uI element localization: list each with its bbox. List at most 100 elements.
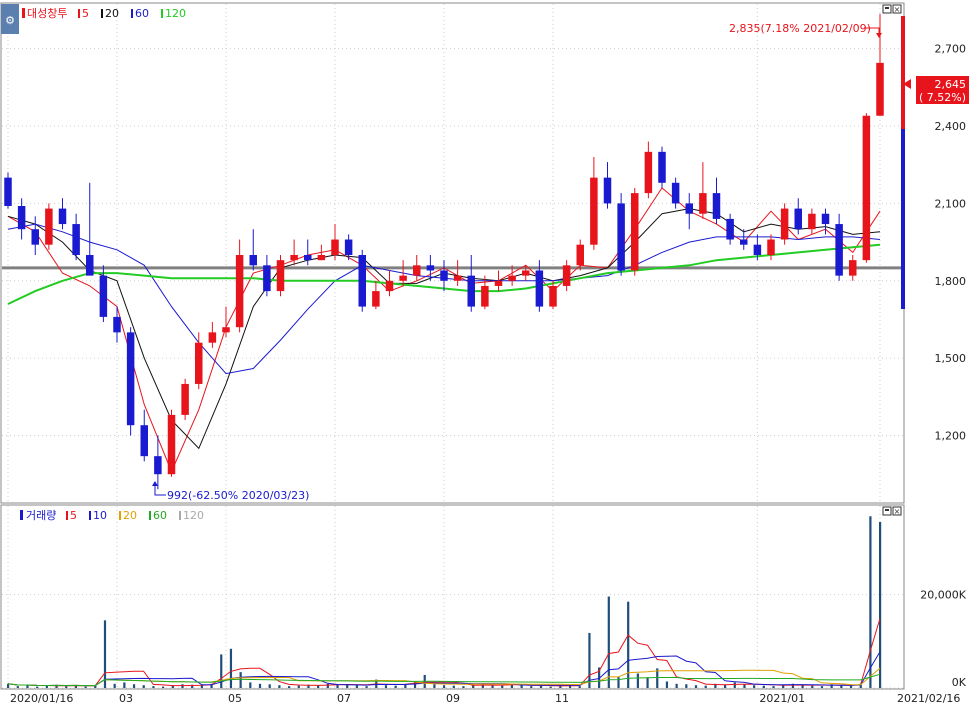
volume-bar: [617, 676, 620, 688]
candle-body: [331, 239, 339, 255]
candle-body: [58, 208, 67, 225]
volume-tick-label: 0K: [952, 676, 967, 689]
svg-text:×: ×: [894, 5, 901, 14]
y-tick-label: 1,800: [935, 275, 967, 288]
candle-body: [794, 208, 802, 230]
volume-bar: [142, 685, 145, 688]
volume-bar: [549, 686, 552, 688]
candle-body: [181, 383, 189, 415]
candle-body: [780, 208, 789, 240]
candle-body: [344, 239, 353, 255]
svg-text:⚙: ⚙: [5, 14, 15, 27]
x-tick-label: 2021/01: [759, 692, 805, 705]
volume-bar: [869, 516, 872, 688]
legend-swatch: [78, 9, 80, 18]
volume-bar: [7, 683, 10, 688]
x-tick-label: 2020/01/16: [10, 692, 73, 705]
x-tick-label: 05: [228, 692, 242, 705]
volume-bar: [239, 672, 242, 688]
y-tick-label: 1,500: [935, 352, 967, 365]
candle-body: [304, 255, 312, 261]
volume-bar: [132, 684, 136, 688]
volume-bar: [181, 684, 184, 688]
volume-bar: [578, 686, 581, 688]
candle-body: [835, 224, 843, 276]
volume-bar: [646, 677, 649, 688]
chart-canvas: 2,700 2,400 2,100 1,800 1,500 1,200 20,000K 0K…: [0, 2, 969, 705]
volume-bar: [694, 685, 698, 688]
volume-bar: [326, 683, 329, 688]
volume-bar: [539, 685, 543, 688]
candle-body: [685, 203, 693, 214]
volume-bar: [404, 684, 407, 688]
candle-body: [767, 239, 775, 255]
candle-body: [249, 255, 257, 266]
candle-body: [467, 275, 475, 307]
candle-body: [481, 285, 489, 307]
volume-bar: [297, 685, 300, 688]
volume-bar: [762, 685, 765, 688]
legend-label-60: 60: [153, 509, 167, 522]
y-tick-label: 2,400: [935, 120, 967, 133]
volume-bar: [491, 685, 494, 688]
x-tick-label: 07: [337, 692, 351, 705]
candle-body: [358, 255, 366, 307]
candle-body: [72, 224, 80, 255]
volume-bar: [665, 681, 669, 688]
volume-bar: [772, 686, 775, 688]
candle-body: [508, 275, 516, 281]
legend-swatch: [66, 511, 68, 520]
volume-bar: [723, 684, 727, 688]
candle-body: [549, 285, 557, 307]
legend-label-60: 60: [135, 7, 149, 20]
volume-bar: [287, 686, 291, 688]
candle-body: [372, 291, 380, 307]
volume-bar: [65, 686, 68, 688]
legend-swatch: [149, 511, 151, 520]
candle-body: [222, 327, 230, 333]
volume-bar: [433, 684, 436, 688]
x-tick-label: 03: [119, 692, 133, 705]
candle-body: [535, 270, 544, 307]
volume-bar: [520, 685, 523, 688]
volume-bar: [801, 685, 804, 688]
candle-body: [753, 244, 762, 255]
legend-swatch: [179, 511, 181, 520]
volume-bar: [743, 684, 746, 688]
volume-bar: [685, 684, 688, 688]
candle-body: [113, 316, 121, 333]
candle-body: [45, 208, 53, 245]
candle-body: [4, 177, 12, 206]
candle-body: [126, 332, 135, 426]
legend-swatch: [131, 9, 133, 18]
volume-bar: [879, 521, 882, 688]
y-tick-label: 2,100: [935, 197, 967, 210]
high-annotation-text: 2,835(7.18% 2021/02/09): [729, 22, 871, 35]
volume-bar: [229, 648, 233, 688]
candle-body: [317, 255, 326, 261]
x-tick-label: 2021/02/16: [897, 692, 960, 705]
volume-tick-label: 20,000K: [920, 589, 966, 602]
current-price-badge: 2,645 ( 7.52%): [903, 76, 969, 104]
low-annotation-text: 992(-62.50% 2020/03/23): [167, 489, 309, 502]
legend-label-20: 20: [123, 509, 137, 522]
legend-label-5: 5: [82, 7, 89, 20]
volume-bar: [501, 685, 504, 688]
volume-bar: [162, 686, 165, 688]
legend-label-10: 10: [93, 509, 107, 522]
volume-bar: [123, 682, 126, 688]
legend-label-120: 120: [183, 509, 204, 522]
volume-bar: [704, 685, 707, 688]
volume-panel-frame: [0, 504, 905, 690]
candle-body: [208, 332, 217, 343]
volume-bar: [811, 685, 814, 688]
volume-bar: [733, 682, 736, 688]
candle-body: [399, 275, 407, 281]
volume-bar: [36, 686, 39, 688]
price-range-bar-blue: [901, 129, 905, 309]
volume-bar: [384, 685, 388, 688]
volume-bar: [365, 686, 368, 688]
stock-name: 대성창투: [27, 7, 67, 20]
volume-bar: [820, 686, 824, 688]
y-tick-label: 2,700: [935, 43, 967, 56]
